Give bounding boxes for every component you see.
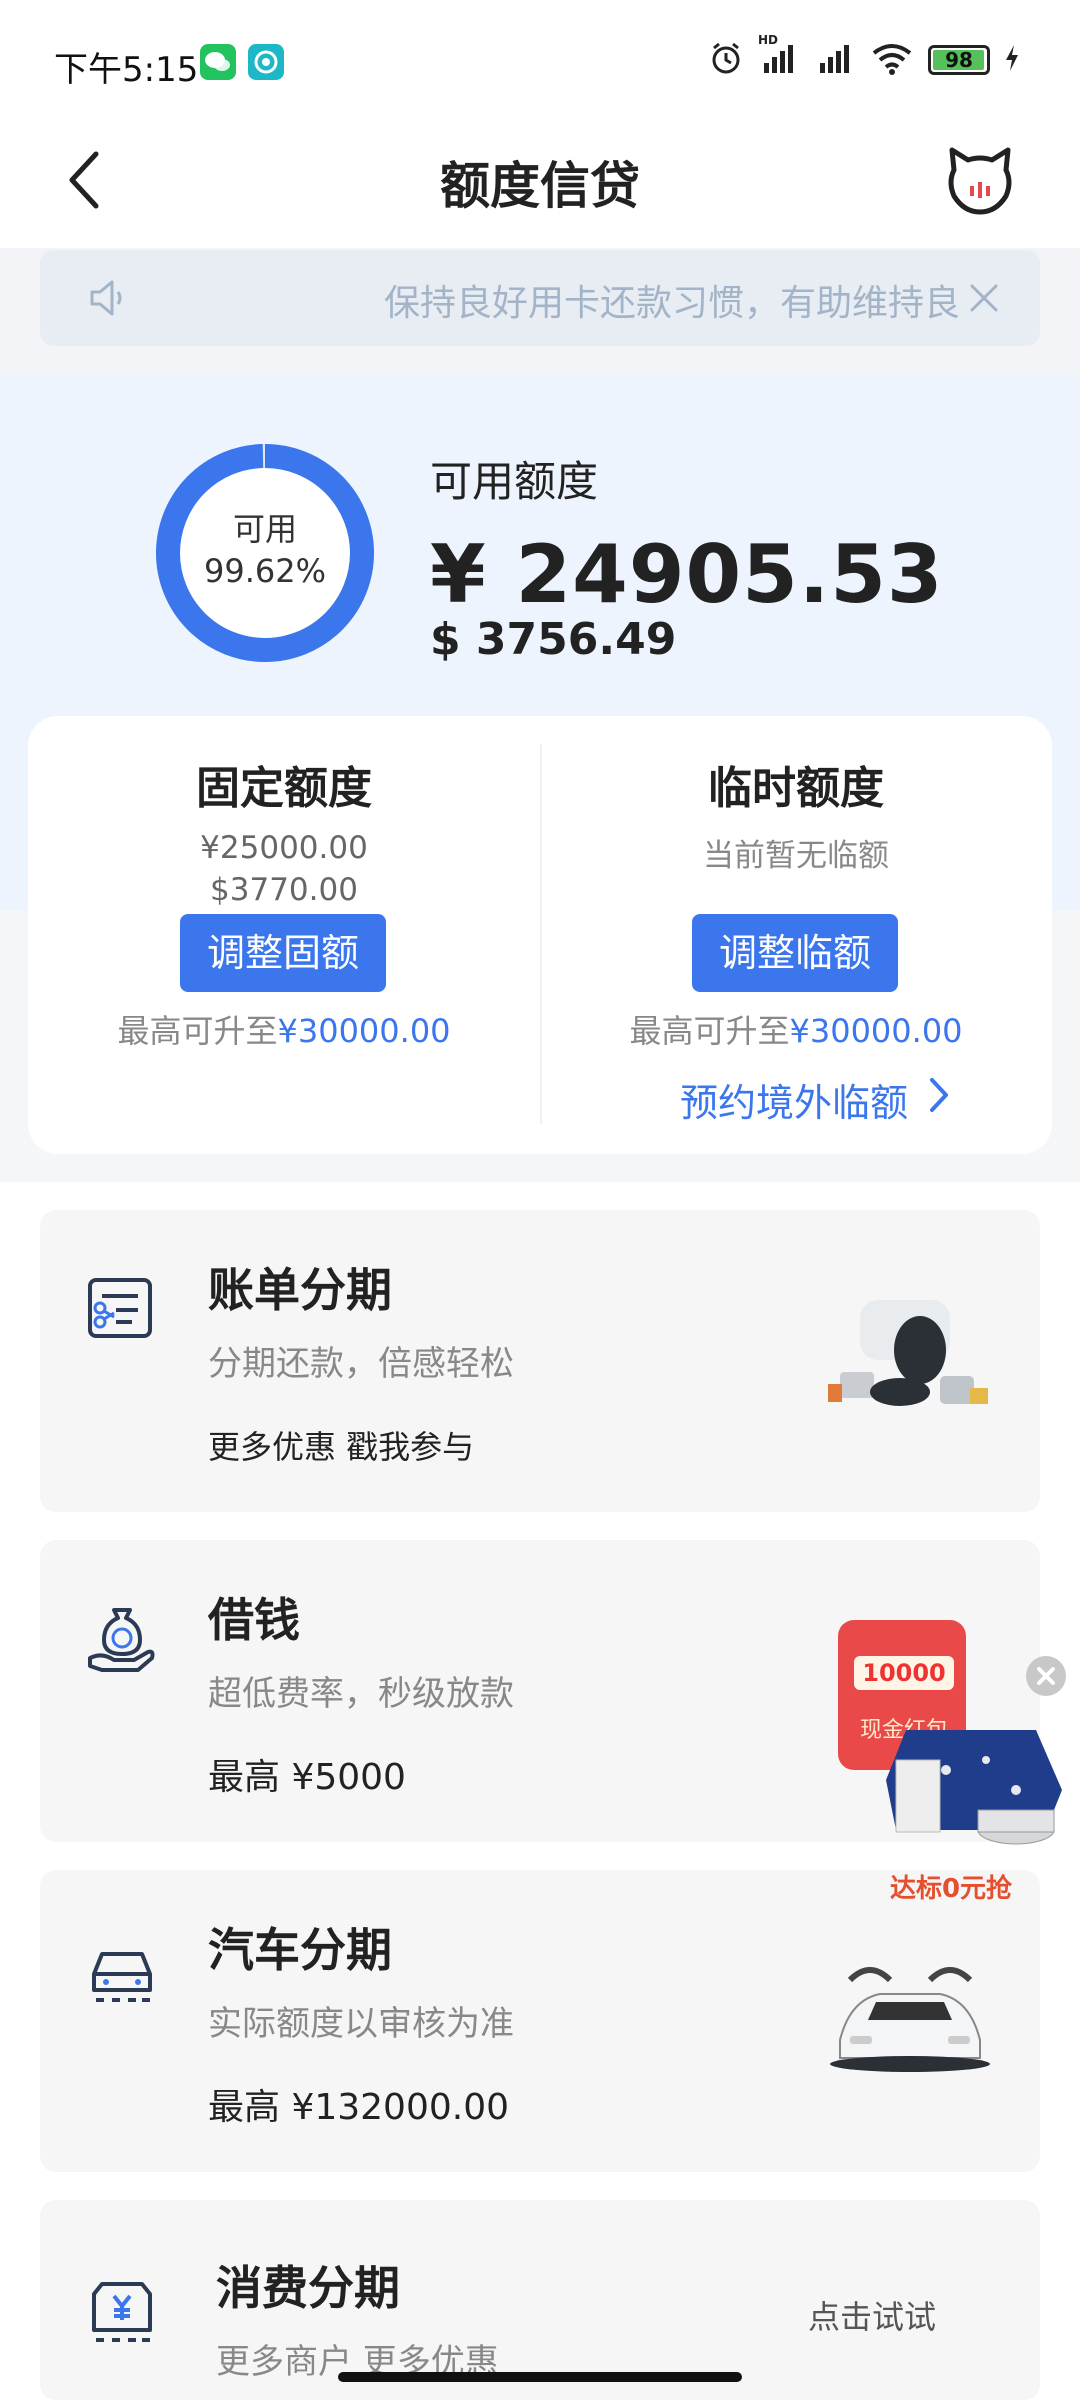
feature-subtitle: 超低费率，秒级放款	[208, 1674, 514, 1714]
wechat-icon	[200, 44, 236, 80]
adjust-fixed-button[interactable]: 调整固额	[180, 914, 386, 992]
money-bag-hand-icon	[82, 1600, 162, 1680]
fixed-quota-section: 固定额度 ¥25000.00 $3770.00 调整固额 最高可升至¥30000…	[28, 716, 540, 1154]
available-credit-title: 可用额度	[430, 457, 599, 506]
adjust-temporary-button[interactable]: 调整临额	[692, 914, 898, 992]
page-title: 额度信贷	[440, 157, 640, 215]
fixed-quota-cny: ¥25000.00	[200, 830, 368, 866]
promo-goods-image	[866, 1700, 1076, 1874]
wifi-icon	[870, 41, 914, 79]
car-image	[820, 1940, 1000, 2090]
status-time: 下午5:15	[54, 50, 199, 90]
header: 额度信贷	[0, 120, 1080, 248]
notice-area: 保持良好用卡还款习惯，有助维持良	[0, 248, 1080, 378]
speaker-icon	[88, 278, 132, 318]
temporary-quota-title: 临时额度	[708, 763, 884, 814]
signal-icon-2	[814, 41, 856, 79]
fixed-max-prefix: 最高可升至	[117, 1012, 278, 1050]
ring-percent: 99.62%	[203, 552, 326, 590]
try-now-link[interactable]: 点击试试	[808, 2292, 936, 2338]
battery-text: 98	[945, 48, 973, 72]
status-indicators: HD 98	[708, 33, 1020, 80]
feature-title: 消费分期	[216, 2261, 400, 2315]
fixed-max-text: 最高可升至¥30000.00	[28, 1006, 540, 1052]
bill-scissors-icon	[82, 1270, 162, 1350]
ring-label: 可用 99.62%	[150, 508, 380, 592]
reserve-overseas-quota-link[interactable]: 预约境外临额	[680, 1072, 950, 1127]
feature-title: 借钱	[208, 1593, 300, 1647]
feature-note: 最高 ¥132000.00	[208, 2087, 510, 2128]
fixed-quota-title: 固定额度	[196, 763, 372, 814]
promo-caption: 达标0元抢	[889, 1874, 1013, 1904]
temporary-max-value: ¥30000.00	[789, 1012, 963, 1050]
quota-card: 固定额度 ¥25000.00 $3770.00 调整固额 最高可升至¥30000…	[28, 716, 1052, 1154]
app-notification-icon	[248, 44, 284, 80]
home-indicator[interactable]	[338, 2372, 742, 2382]
notice-banner[interactable]: 保持良好用卡还款习惯，有助维持良	[40, 250, 1040, 346]
hd-label: HD	[758, 33, 779, 47]
status-bar: 下午5:15 HD 98	[0, 0, 1080, 120]
available-ratio-ring: 可用 99.62%	[150, 438, 380, 668]
charging-icon	[1004, 43, 1020, 77]
feature-car-installment[interactable]: 汽车分期 实际额度以审核为准 最高 ¥132000.00	[40, 1870, 1040, 2172]
temporary-max-text: 最高可升至¥30000.00	[540, 1006, 1052, 1052]
temporary-quota-status: 当前暂无临额	[703, 838, 889, 874]
signal-icon-1: HD	[758, 33, 800, 79]
home-goods-image	[820, 1280, 1000, 1430]
close-icon[interactable]	[964, 278, 1004, 318]
available-credit-cny: ¥ 24905.53	[430, 528, 944, 621]
feature-subtitle: 分期还款，倍感轻松	[208, 1344, 514, 1384]
car-icon	[82, 1930, 162, 2010]
available-credit-usd: $ 3756.49	[430, 614, 677, 665]
feature-title: 账单分期	[208, 1263, 392, 1317]
promo-close-icon[interactable]	[1026, 1656, 1066, 1696]
notice-text: 保持良好用卡还款习惯，有助维持良	[383, 283, 960, 324]
ring-caption: 可用	[232, 510, 297, 548]
chevron-right-icon	[928, 1076, 950, 1123]
assistant-mascot-icon[interactable]	[940, 140, 1020, 220]
fixed-max-value: ¥30000.00	[277, 1012, 451, 1050]
feature-note: 最高 ¥5000	[208, 1757, 406, 1798]
alarm-icon	[708, 40, 744, 80]
temporary-max-prefix: 最高可升至	[629, 1012, 790, 1050]
feature-note: 更多优惠 戳我参与	[208, 1428, 475, 1466]
feature-title: 汽车分期	[208, 1923, 392, 1977]
feature-subtitle: 实际额度以审核为准	[208, 2004, 514, 2044]
battery-indicator: 98	[928, 45, 990, 75]
reserve-link-label: 预约境外临额	[680, 1081, 909, 1125]
feature-bill-installment[interactable]: 账单分期 分期还款，倍感轻松 更多优惠 戳我参与	[40, 1210, 1040, 1512]
yuan-box-icon	[82, 2270, 162, 2350]
promo-amount: 10000	[854, 1656, 954, 1690]
fixed-quota-usd: $3770.00	[210, 872, 358, 908]
